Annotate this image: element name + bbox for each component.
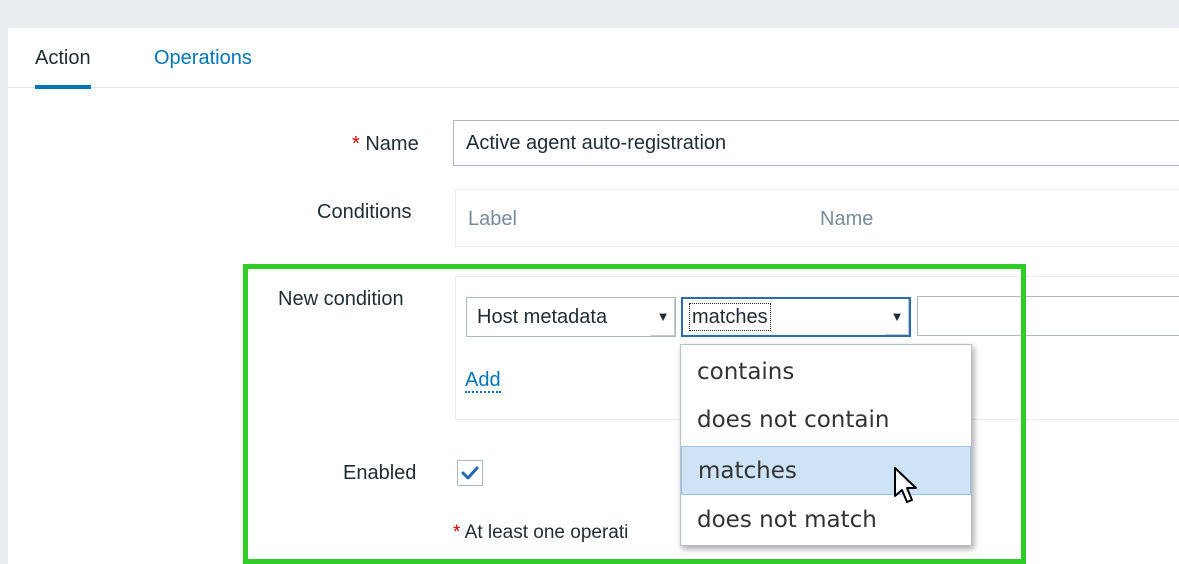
name-label-text: Name [365,133,419,155]
condition-operator-select[interactable]: matches ▼ [681,297,911,337]
check-icon [461,466,479,480]
column-header-name: Name [820,208,874,230]
mouse-pointer-icon [894,467,917,503]
add-condition-link[interactable]: Add [465,369,501,393]
condition-operator-value: matches [689,303,771,331]
conditions-table: Label Name [455,189,1179,247]
enabled-checkbox[interactable] [457,460,483,486]
note-text: At least one operati [464,522,629,543]
operator-dropdown-list: contains does not contain matches does n… [680,344,972,546]
tab-bar: Action Operations [8,28,1179,89]
condition-type-value: Host metadata [477,306,608,328]
condition-type-select[interactable]: Host metadata ▼ [466,297,676,337]
condition-value-input[interactable] [917,296,1179,336]
enabled-label: Enabled [343,462,417,484]
dropdown-arrow-icon: ▼ [885,299,909,335]
new-condition-label: New condition [278,288,404,310]
tab-operations[interactable]: Operations [154,28,252,88]
operation-required-note: * At least one operati [453,522,628,544]
option-contains[interactable]: contains [681,348,971,397]
tab-action[interactable]: Action [35,28,91,89]
name-label: * Name [352,133,419,156]
dropdown-arrow-icon: ▼ [651,298,675,336]
option-does-not-match[interactable]: does not match [681,496,971,545]
column-header-label: Label [468,208,517,230]
required-mark: * [453,522,461,543]
option-matches[interactable]: matches [681,446,971,495]
required-mark: * [352,133,360,155]
option-does-not-contain[interactable]: does not contain [681,396,971,445]
conditions-label: Conditions [317,201,412,223]
name-input[interactable] [453,120,1179,166]
